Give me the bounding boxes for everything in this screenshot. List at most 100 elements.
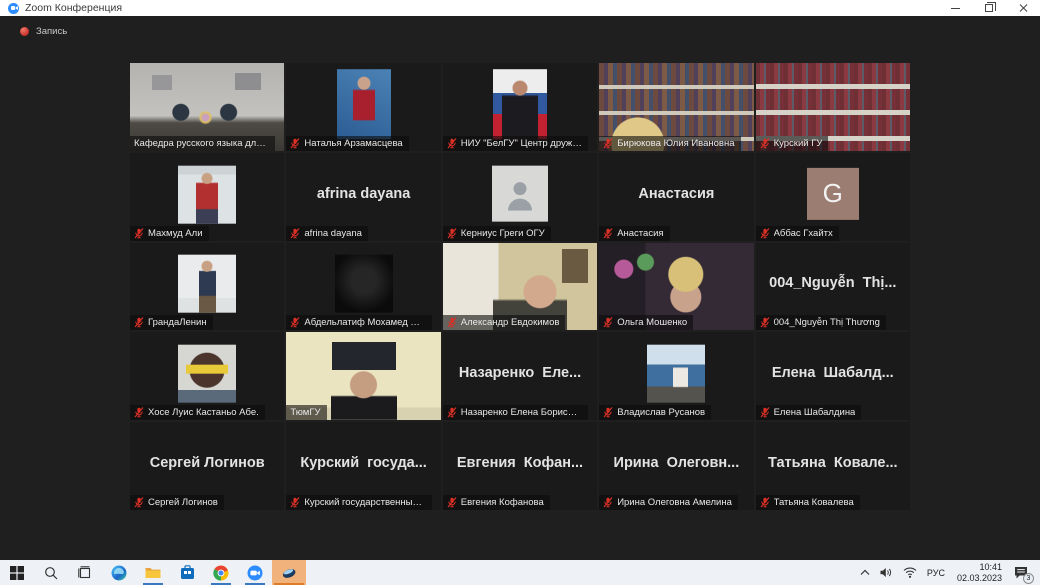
close-button[interactable] [1006, 0, 1040, 16]
participant-profile-photo [493, 69, 547, 139]
start-button[interactable] [0, 560, 34, 585]
participant-name: Курский ГУ [774, 138, 823, 149]
wifi-icon [903, 567, 917, 578]
volume-button[interactable] [876, 560, 897, 585]
participant-name: Сергей Логинов [148, 497, 218, 508]
participant-name-label: Курский государственный униве... [286, 495, 431, 510]
participant-name: afrina dayana [304, 228, 362, 239]
participant-name: Ирина Олеговна Амелина [617, 497, 732, 508]
participant-name: Курский государственный униве... [304, 497, 425, 508]
participant-name-label: Владислав Русанов [599, 405, 711, 420]
participant-name-label: Сергей Логинов [130, 495, 224, 510]
participant-tile[interactable]: Александр Евдокимов [443, 243, 597, 331]
participant-name-label: Курский ГУ [756, 136, 829, 151]
restore-icon [985, 4, 993, 12]
participant-tile[interactable]: Елена Шабалд...Елена Шабалдина [756, 332, 910, 420]
participant-tile[interactable]: Назаренко Еле...Назаренко Елена Борисовн… [443, 332, 597, 420]
windows-logo-icon [10, 566, 24, 580]
muted-mic-icon [134, 407, 144, 418]
minimize-button[interactable] [938, 0, 972, 16]
muted-mic-icon [290, 228, 300, 239]
muted-mic-icon [290, 317, 300, 328]
participant-name: НИУ "БелГУ" Центр дружбы нар... [461, 138, 582, 149]
participant-tile[interactable]: Курский госуда...Курский государственный… [286, 422, 440, 510]
participant-name-label: Анастасия [599, 226, 669, 241]
participant-tile[interactable]: НИУ "БелГУ" Центр дружбы нар... [443, 63, 597, 151]
participant-tile[interactable]: АнастасияАнастасия [599, 153, 753, 241]
chrome-icon [213, 565, 229, 581]
task-view-button[interactable] [68, 560, 102, 585]
participant-tile[interactable]: ТюмГУ [286, 332, 440, 420]
participant-name-label: ТюмГУ [286, 405, 326, 420]
clock-time: 10:41 [957, 562, 1002, 572]
network-button[interactable] [899, 560, 921, 585]
participant-name-label: Александр Евдокимов [443, 315, 566, 330]
participant-tile[interactable]: G Аббас Гхайтх [756, 153, 910, 241]
language-label: РУС [927, 568, 945, 578]
zoom-taskbar-button[interactable] [238, 560, 272, 585]
participant-tile[interactable]: Курский ГУ [756, 63, 910, 151]
participant-tile[interactable]: afrina dayanaafrina dayana [286, 153, 440, 241]
muted-mic-icon [603, 138, 613, 149]
participant-name-label: ГрандаЛенин [130, 315, 213, 330]
participant-name: Абдельлатиф Мохамед Осман [304, 317, 425, 328]
muted-mic-icon [603, 497, 613, 508]
muted-mic-icon [760, 407, 770, 418]
participant-tile[interactable]: Кафедра русского языка для иностр.. [130, 63, 284, 151]
participant-name-label: Хосе Луис Кастаньо Абе. [130, 405, 265, 420]
notification-center-button[interactable]: 3 [1010, 560, 1036, 585]
participant-name: Хосе Луис Кастаньо Абе. [148, 407, 259, 418]
participant-tile[interactable]: Махмуд Али [130, 153, 284, 241]
chrome-button[interactable] [204, 560, 238, 585]
file-explorer-button[interactable] [136, 560, 170, 585]
language-indicator[interactable]: РУС [923, 560, 949, 585]
edge-button[interactable] [102, 560, 136, 585]
store-button[interactable] [170, 560, 204, 585]
participant-tile[interactable]: ГрандаЛенин [130, 243, 284, 331]
participant-name-label: Ольга Мошенко [599, 315, 693, 330]
participant-name: Керниус Греги ОГУ [461, 228, 545, 239]
store-icon [180, 565, 195, 580]
participant-profile-photo [178, 255, 236, 313]
participant-name-label: Керниус Греги ОГУ [443, 226, 551, 241]
participant-name: ТюмГУ [290, 407, 320, 418]
participant-tile[interactable]: Евгения Кофан...Евгения Кофанова [443, 422, 597, 510]
participant-name: Владислав Русанов [617, 407, 705, 418]
recording-indicator: Запись [20, 26, 67, 37]
participant-tile[interactable]: Наталья Арзамасцева [286, 63, 440, 151]
participant-tile[interactable]: Ирина Олеговн...Ирина Олеговна Амелина [599, 422, 753, 510]
participant-tile[interactable]: Татьяна Ковале...Татьяна Ковалева [756, 422, 910, 510]
participant-name-label: Абдельлатиф Мохамед Осман [286, 315, 431, 330]
record-icon [20, 27, 29, 36]
participant-name-label: Наталья Арзамасцева [286, 136, 408, 151]
participant-avatar-placeholder [492, 165, 548, 221]
participant-name: ГрандаЛенин [148, 317, 207, 328]
tray-expand-button[interactable] [856, 560, 874, 585]
taskbar-clock[interactable]: 10:41 02.03.2023 [951, 562, 1008, 583]
participant-name-label: НИУ "БелГУ" Центр дружбы нар... [443, 136, 588, 151]
participant-tile[interactable]: Владислав Русанов [599, 332, 753, 420]
edge-icon [111, 565, 127, 581]
muted-mic-icon [447, 497, 457, 508]
participant-name-label: Бирюкова Юлия Ивановна [599, 136, 740, 151]
participant-tile[interactable]: 004_Nguyễn Thị...004_Nguyễn Thị Thương [756, 243, 910, 331]
participant-name: Анастасия [617, 228, 663, 239]
participant-tile[interactable]: Абдельлатиф Мохамед Осман [286, 243, 440, 331]
participant-letter-avatar: G [807, 168, 859, 220]
participant-name-label: Ирина Олеговна Амелина [599, 495, 738, 510]
search-icon [44, 566, 58, 580]
participant-tile[interactable]: Ольга Мошенко [599, 243, 753, 331]
muted-mic-icon [134, 497, 144, 508]
close-icon [1018, 3, 1028, 13]
participant-tile[interactable]: Сергей ЛогиновСергей Логинов [130, 422, 284, 510]
maximize-button[interactable] [972, 0, 1006, 16]
participant-tile[interactable]: Керниус Греги ОГУ [443, 153, 597, 241]
participant-name-label: 004_Nguyễn Thị Thương [756, 315, 886, 330]
system-tray: РУС 10:41 02.03.2023 3 [856, 560, 1040, 585]
search-button[interactable] [34, 560, 68, 585]
active-app-button[interactable] [272, 560, 306, 585]
participant-tile[interactable]: Бирюкова Юлия Ивановна [599, 63, 753, 151]
participant-name: Аббас Гхайтх [774, 228, 833, 239]
participant-tile[interactable]: Хосе Луис Кастаньо Абе. [130, 332, 284, 420]
participant-name-label: Татьяна Ковалева [756, 495, 860, 510]
